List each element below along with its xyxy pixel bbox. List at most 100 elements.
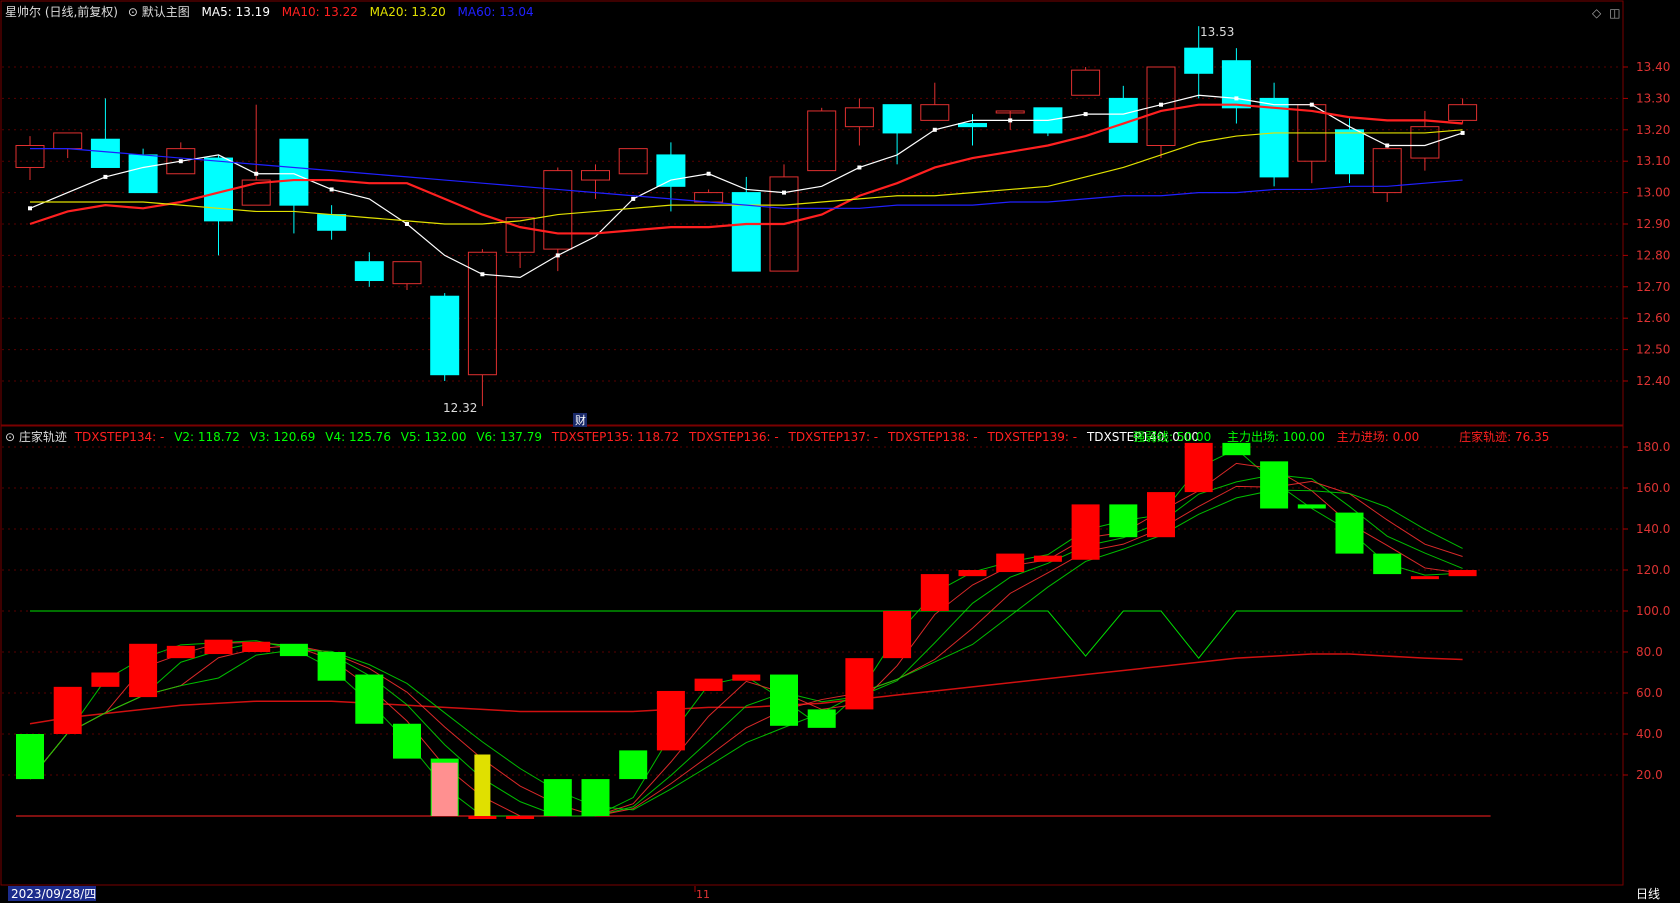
osc-bar-down[interactable]: [807, 709, 836, 728]
ma5-marker: [1460, 130, 1465, 135]
ma5-marker: [631, 196, 636, 201]
osc-bar-up[interactable]: [468, 816, 497, 819]
main-tick-label: 13.20: [1636, 123, 1670, 137]
osc-bar-down[interactable]: [543, 779, 572, 816]
sub-tick-label: 100.0: [1636, 604, 1670, 618]
osc-bar-up[interactable]: [656, 690, 685, 751]
main-tick-label: 12.90: [1636, 217, 1670, 231]
osc-bar-down[interactable]: [355, 674, 384, 724]
candle-down[interactable]: [279, 138, 309, 206]
osc-bar-down[interactable]: [619, 750, 648, 780]
osc-bar-up[interactable]: [204, 639, 233, 655]
main-tick-label: 12.50: [1636, 343, 1670, 357]
ma5-marker: [480, 272, 485, 277]
ma5-marker: [28, 206, 32, 211]
osc-bar-up[interactable]: [1448, 570, 1477, 577]
candle-down[interactable]: [317, 214, 347, 231]
osc-bar-up[interactable]: [1071, 504, 1100, 560]
high-price-label: 13.53: [1200, 25, 1234, 39]
template-label: 默认主图: [141, 5, 190, 19]
osc-bar-down[interactable]: [1335, 512, 1364, 554]
legend-v6: V6: 137.79: [476, 430, 543, 444]
candle-down[interactable]: [1335, 129, 1364, 175]
ma20-legend: MA20: 13.20: [369, 5, 446, 19]
osc-bar-up[interactable]: [1184, 442, 1213, 493]
osc-bar-up[interactable]: [883, 611, 912, 659]
ma60-legend: MA60: 13.04: [457, 5, 534, 19]
osc-bar-up[interactable]: [1033, 555, 1062, 562]
candle-down[interactable]: [656, 154, 686, 187]
candle-down[interactable]: [354, 261, 384, 282]
osc-bar-up[interactable]: [845, 658, 874, 710]
legend-strong: 强弱线: 50.00: [1133, 430, 1212, 444]
low-price-label: 12.32: [443, 401, 477, 415]
osc-overlay-bar: [474, 754, 491, 816]
legend-exit: 主力出场: 100.00: [1227, 430, 1325, 444]
legend-v2: V2: 118.72: [174, 430, 240, 444]
candle-down[interactable]: [1259, 97, 1289, 178]
osc-bar-down[interactable]: [1260, 461, 1289, 509]
osc-bar-down[interactable]: [279, 643, 308, 657]
legend-enter: 主力进场: 0.00: [1336, 430, 1420, 444]
osc-bar-down[interactable]: [1297, 504, 1326, 509]
ma5-legend: MA5: 13.19: [201, 5, 270, 19]
osc-bar-down[interactable]: [581, 779, 610, 816]
osc-bar-down[interactable]: [1222, 442, 1251, 456]
candle-down[interactable]: [90, 138, 120, 168]
osc-bar-down[interactable]: [770, 674, 798, 726]
osc-bar-up[interactable]: [242, 641, 271, 652]
period-label[interactable]: 日线: [1636, 887, 1660, 901]
osc-bar-down[interactable]: [1109, 504, 1138, 538]
month-label: 11: [696, 888, 710, 901]
sub-tick-label: 140.0: [1636, 522, 1670, 536]
osc-bar-down[interactable]: [317, 652, 346, 681]
candle-down[interactable]: [958, 123, 987, 128]
sub-header-right: 强弱线: 50.00 主力出场: 100.00 主力进场: 0.00 庄家轨迹:…: [1133, 430, 1549, 444]
candle-down[interactable]: [128, 154, 158, 194]
osc-bar-up[interactable]: [1410, 576, 1439, 580]
osc-bar-down[interactable]: [16, 734, 44, 780]
osc-bar-down[interactable]: [1373, 553, 1402, 575]
osc-bar-up[interactable]: [920, 574, 949, 611]
indicator-toggle[interactable]: ⊙ 庄家轨迹: [5, 430, 67, 444]
stock-chart-canvas[interactable]: 13.40 13.30 13.20 13.10 13.00 12.90 12.80 12.70…: [0, 0, 1680, 903]
osc-bar-up[interactable]: [91, 672, 120, 687]
ma5-marker: [178, 159, 183, 164]
candle-down[interactable]: [882, 104, 912, 134]
ma5-marker: [103, 174, 108, 179]
osc-bar-up[interactable]: [53, 686, 82, 734]
candle-down[interactable]: [1184, 47, 1214, 74]
ma5-marker: [254, 171, 259, 176]
osc-bar-up[interactable]: [166, 645, 195, 659]
legend-s136: TDXSTEP136: -: [689, 430, 779, 444]
osc-bar-up[interactable]: [694, 678, 723, 691]
osc-bar-up[interactable]: [1147, 492, 1175, 538]
legend-s138: TDXSTEP138: -: [887, 430, 978, 444]
osc-bar-up[interactable]: [129, 643, 158, 698]
osc-bar-up[interactable]: [506, 816, 535, 819]
candle-down[interactable]: [430, 295, 460, 376]
diamond-icon[interactable]: ◇: [1592, 6, 1601, 20]
osc-bar-up[interactable]: [996, 553, 1025, 573]
ma5-marker: [1083, 112, 1088, 117]
candle-down[interactable]: [1221, 60, 1251, 109]
osc-bar-down[interactable]: [393, 723, 421, 759]
sub-tick-label: 60.0: [1636, 686, 1663, 700]
osc-bar-up[interactable]: [732, 674, 761, 681]
osc-bar-up[interactable]: [958, 570, 987, 577]
legend-s135: TDXSTEP135: 118.72: [551, 430, 680, 444]
legend-track: 庄家轨迹: 76.35: [1459, 430, 1550, 444]
template-toggle[interactable]: ⊙ 默认主图: [128, 5, 190, 19]
background: [0, 0, 1680, 903]
footer-bar: [1, 886, 1623, 902]
legend-s139: TDXSTEP139: -: [987, 430, 1078, 444]
sub-tick-label: 120.0: [1636, 563, 1670, 577]
main-tick-label: 12.80: [1636, 248, 1670, 262]
ma5-marker: [857, 165, 862, 170]
window-icon[interactable]: ◫: [1609, 6, 1620, 20]
sub-tick-label: 160.0: [1636, 481, 1670, 495]
ma5-marker: [706, 171, 711, 176]
ma5-marker: [555, 253, 560, 258]
indicator-name: 庄家轨迹: [18, 430, 67, 444]
main-header: 星帅尔 (日线,前复权) ⊙ 默认主图 MA5: 13.19 MA10: 13.…: [5, 5, 534, 19]
